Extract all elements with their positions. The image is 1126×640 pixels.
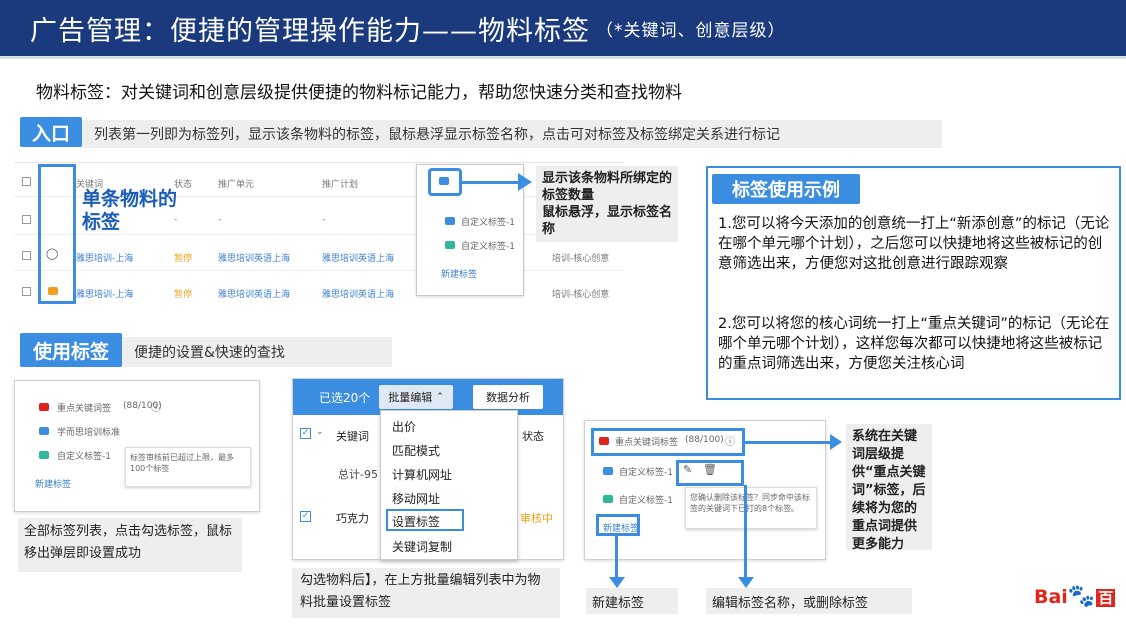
row-checkbox[interactable] — [22, 287, 31, 296]
column-header-keyword: 关键词 — [336, 430, 369, 443]
page-title: 广告管理：便捷的管理操作能力——物料标签 — [30, 15, 590, 47]
table-cell: - — [322, 215, 326, 225]
new-tag-highlight — [596, 514, 640, 536]
delete-confirm-note: 您确认删除该标签？同步命中该标签的关键词下已打的8个标签。 — [685, 487, 817, 529]
tag-icon — [445, 241, 455, 249]
status-badge: 暂停 — [174, 290, 193, 300]
plan-link[interactable]: 雅思培训英语上海 — [322, 251, 394, 264]
keyword-link[interactable]: 雅思培训-上海 — [76, 287, 133, 300]
batch-edit-button[interactable]: 批量编辑 ⌃ — [379, 385, 453, 409]
tag-item[interactable]: 自定义标签-1 — [619, 465, 673, 478]
tag-item[interactable]: 自定义标签-1 — [57, 449, 111, 462]
tag-column-highlight — [38, 164, 76, 304]
set-tag-highlight — [386, 509, 464, 531]
plan-link[interactable]: 雅思培训英语上海 — [322, 287, 394, 300]
tag-list-panel: 重点关键词签 (88/100) ⓘ 学而思培训标准 自定义标签-1 新建标签 标… — [14, 380, 260, 512]
title-bar: 广告管理：便捷的管理操作能力——物料标签 （*关键词、创意层级） — [0, 0, 1126, 56]
unit-link[interactable]: 雅思培训英语上海 — [218, 287, 290, 300]
tag-icon — [39, 403, 49, 411]
table-cell: 培训-核心创意 — [552, 290, 610, 300]
logo-char: 百 — [1096, 589, 1116, 607]
select-all-checkbox[interactable]: ✓ — [300, 428, 311, 439]
arrow-line — [462, 181, 522, 184]
arrow-down-icon — [609, 577, 625, 588]
status-badge: 暂停 — [174, 254, 193, 264]
arrow-right-icon — [830, 434, 842, 450]
table-header: 推广单元 — [218, 180, 255, 190]
select-all-checkbox[interactable] — [22, 177, 31, 186]
column-header-status: 状态 — [522, 430, 544, 443]
menu-item-bid[interactable]: 出价 — [392, 418, 416, 435]
batch-edit-label: 批量编辑 — [388, 391, 433, 404]
chevron-down-icon: ⌄ — [316, 427, 324, 437]
panel1-note: 全部标签列表，点击勾选标签，鼠标移出弹层即设置成功 — [18, 518, 242, 572]
tag-icon — [603, 467, 613, 475]
single-tag-label: 单条物料的标签 — [82, 188, 178, 233]
arrow-line — [744, 485, 747, 579]
tag-icon — [39, 451, 49, 459]
arrow-right-icon — [518, 173, 532, 191]
panel2-note: 勾选物料后】，在上方批量编辑列表中为物料批量设置标签 — [292, 568, 560, 618]
material-table-mock: 关键词 状态 推广单元 推广计划 - - - ◯ 雅思培训-上海 暂停 雅思培训… — [14, 162, 624, 310]
usage-description: 便捷的设置&快速的查找 — [122, 337, 392, 367]
tag-item[interactable]: 自定义标签-1 — [619, 493, 673, 506]
edit-tag-note: 编辑标签名称，或删除标签 — [706, 588, 912, 614]
title-divider — [0, 56, 1126, 59]
new-tag-link[interactable]: 新建标签 — [35, 477, 71, 490]
new-tag-note: 新建标签 — [586, 588, 678, 614]
tag-count-note: 显示该条物料所绑定的标签数量 鼠标悬浮，显示标签名称 — [536, 166, 678, 242]
entry-label: 入口 — [20, 117, 82, 147]
example-para-1: 1.您可以将今天添加的创意统一打上“新添创意”的标记（无论在哪个单元哪个计划），… — [718, 216, 1110, 272]
tag-item[interactable]: 学而思培训标准 — [57, 425, 120, 438]
arrow-line — [615, 535, 618, 579]
table-cell: 总计-95 — [338, 468, 378, 481]
keyword-link[interactable]: 雅思培训-上海 — [76, 251, 133, 264]
menu-item-pc-url[interactable]: 计算机网址 — [392, 466, 452, 483]
row-checkbox[interactable] — [22, 251, 31, 260]
info-icon: ⓘ — [151, 403, 161, 414]
table-row: ◯ 雅思培训-上海 暂停 雅思培训英语上海 雅思培训英语上海 培训-核心创意 — [14, 237, 624, 271]
status-badge: 审核中 — [520, 512, 553, 525]
baidu-logo: Bai🐾 百 — [1034, 584, 1116, 609]
menu-item-copy-keyword[interactable]: 关键词复制 — [392, 538, 452, 555]
arrow-line — [745, 441, 833, 444]
example-para-2: 2.您可以将您的核心词统一打上“重点关键词”的标记（无论在哪个单元哪个计划），这… — [718, 316, 1110, 372]
tag-icon — [445, 217, 455, 225]
new-tag-link[interactable]: 新建标签 — [441, 267, 477, 280]
menu-item-match-mode[interactable]: 匹配模式 — [392, 442, 440, 459]
logo-text: Bai — [1034, 586, 1068, 608]
intro-text: 物料标签：对关键词和创意层级提供便捷的物料标记能力，帮助您快速分类和查找物料 — [36, 83, 682, 103]
tag-count-highlight — [428, 168, 462, 196]
usage-label: 使用标签 — [20, 333, 122, 367]
tag-icon — [603, 495, 613, 503]
key-tag-highlight — [591, 428, 745, 456]
tag-item[interactable]: 重点关键词签 — [57, 401, 111, 414]
row-checkbox[interactable]: ✓ — [300, 511, 311, 522]
example-title: 标签使用示例 — [712, 174, 860, 204]
edit-delete-highlight — [676, 460, 744, 486]
entry-description: 列表第一列即为标签列，显示该条物料的标签，鼠标悬浮显示标签名称，点击可对标签及标… — [82, 120, 942, 148]
paw-icon: 🐾 — [1067, 584, 1096, 609]
menu-item-mobile-url[interactable]: 移动网址 — [392, 490, 440, 507]
chevron-up-icon: ⌃ — [436, 392, 444, 402]
tag-item[interactable]: 自定义标签-1 — [461, 239, 515, 252]
tooltip: 标签审核前已超过上限，最多100个标签 — [125, 447, 251, 487]
unit-link[interactable]: 雅思培训英语上海 — [218, 251, 290, 264]
tag-icon — [39, 427, 49, 435]
row-checkbox[interactable] — [22, 215, 31, 224]
table-cell: - — [218, 215, 222, 225]
tag-item[interactable]: 自定义标签-1 — [461, 215, 515, 228]
table-cell: 培训-核心创意 — [552, 254, 610, 264]
table-row: 雅思培训-上海 暂停 雅思培训英语上海 雅思培训英语上海 培训-核心创意 — [14, 273, 624, 307]
table-header: 推广计划 — [322, 180, 359, 190]
selected-count: 已选20个 — [319, 391, 371, 405]
table-cell: 巧克力 — [336, 512, 369, 525]
system-key-tag-note: 系统在关键词层级提供“重点关键词”标签，后续将为您的重点词提供更多能力 — [846, 424, 932, 552]
analyze-button[interactable]: 数据分析 — [473, 385, 543, 409]
page-subtitle: （*关键词、创意层级） — [596, 20, 786, 41]
arrow-down-icon — [738, 577, 754, 588]
